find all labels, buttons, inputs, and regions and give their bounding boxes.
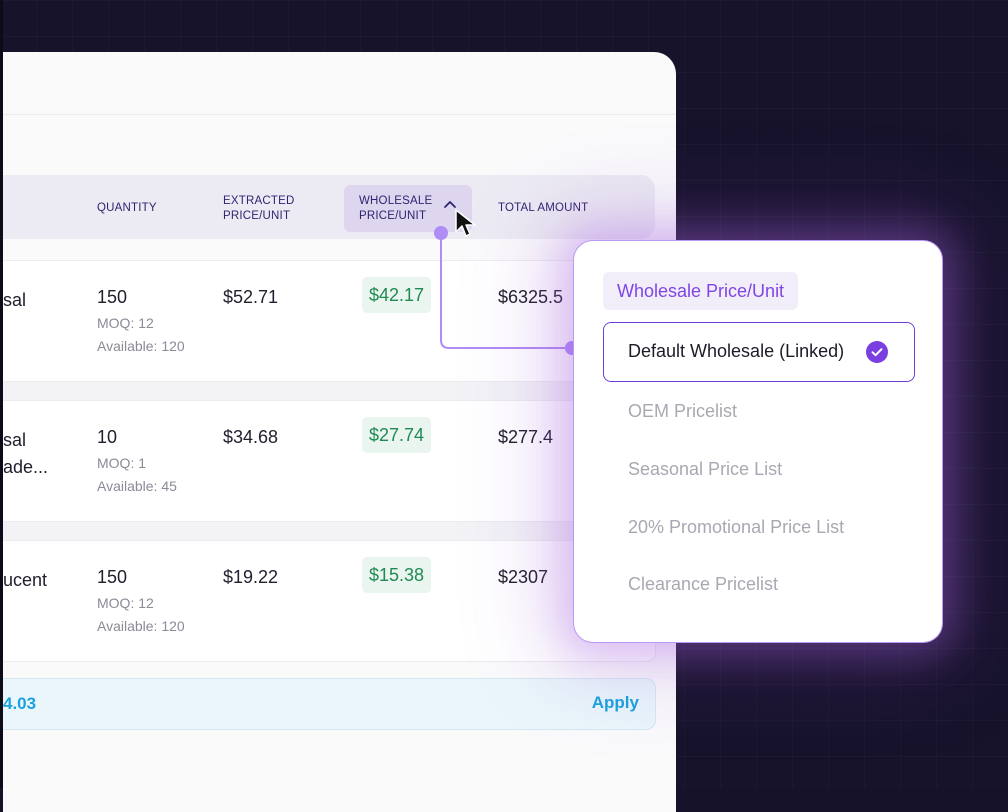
total-amount: $277.4 [498,427,554,447]
product-name-line1: sal [3,290,27,310]
total-amount: $2307 [498,567,549,587]
option-oem-pricelist[interactable]: OEM Pricelist [628,401,737,422]
product-name: sal ade... [3,427,48,481]
extracted-price: $34.68 [223,427,279,447]
extracted-price: $19.22 [223,567,279,587]
card-divider [3,114,676,115]
row-separator [3,522,655,540]
header-wholesale-line2: PRICE/UNIT [359,210,427,222]
header-extracted-line1: EXTRACTED [223,195,295,207]
header-quantity: QUANTITY [97,202,157,214]
product-name-line1: sal [3,430,27,450]
dropdown-title: Wholesale Price/Unit [603,272,799,310]
moq-value: MOQ: 12 [97,315,154,331]
available-value: Available: 120 [97,618,185,634]
header-wholesale-line1: WHOLESALE [359,195,433,207]
apply-button[interactable]: Apply [592,693,639,713]
header-total-amount: TOTAL AMOUNT [498,202,589,214]
total-amount: $6325.5 [498,287,564,307]
header-extracted-line2: PRICE/UNIT [223,210,291,222]
option-seasonal-price-list[interactable]: Seasonal Price List [628,459,782,480]
available-value: Available: 45 [97,478,177,494]
moq-value: MOQ: 1 [97,455,147,471]
wholesale-price-badge: $15.38 [362,557,432,593]
table-row: sal 150 MOQ: 12 Available: 120 $52.71 $4… [3,260,656,382]
quantity-value: 150 [97,287,128,307]
product-name: ucent [3,567,47,594]
quantity-value: 150 [97,567,128,587]
option-default-wholesale-label: Default Wholesale (Linked) [628,341,845,361]
mouse-pointer-icon [455,209,476,237]
table-header: QUANTITY EXTRACTED PRICE/UNIT WHOLESALE … [3,175,655,239]
check-circle-icon [866,341,888,363]
product-name-line1: ucent [3,570,48,590]
moq-value: MOQ: 12 [97,595,154,611]
row-separator [3,382,655,400]
price-list-dropdown: Wholesale Price/Unit Default Wholesale (… [573,240,943,643]
wholesale-price-badge: $27.74 [362,417,432,453]
summary-bar: 4.03 Apply [3,678,656,730]
product-name: sal [3,287,26,314]
wholesale-price-badge: $42.17 [362,277,432,313]
option-default-wholesale[interactable]: Default Wholesale (Linked) [603,322,915,382]
table-row: sal ade... 10 MOQ: 1 Available: 45 $34.6… [3,400,656,522]
table-row: ucent 150 MOQ: 12 Available: 120 $19.22 … [3,540,656,662]
quantity-value: 10 [97,427,118,447]
summary-total: 4.03 [3,694,37,713]
header-extracted-price: EXTRACTED PRICE/UNIT [223,194,294,224]
product-name-line2: ade... [3,457,49,477]
extracted-price: $52.71 [223,287,279,307]
option-promotional-price-list[interactable]: 20% Promotional Price List [628,517,844,538]
option-clearance-pricelist[interactable]: Clearance Pricelist [628,574,778,595]
available-value: Available: 120 [97,338,185,354]
header-wholesale-label: WHOLESALE PRICE/UNIT [359,194,432,224]
